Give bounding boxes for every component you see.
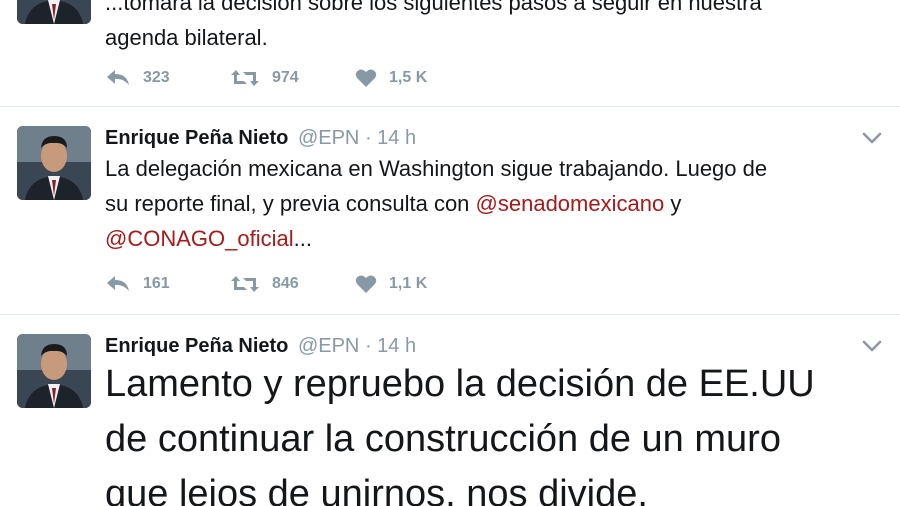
reply-icon (107, 70, 129, 85)
reply-button[interactable]: 161 (105, 274, 230, 294)
separator: · (364, 335, 372, 357)
tweet-actions: 161 846 1,1 K (105, 270, 427, 298)
like-button[interactable]: 1,1 K (355, 274, 427, 294)
retweet-button[interactable]: 846 (230, 274, 355, 294)
like-count: 1,5 K (389, 69, 428, 86)
author-name[interactable]: Enrique Peña Nieto (105, 127, 288, 149)
reply-count: 323 (143, 69, 170, 86)
tweet-text: Lamento y repruebo la decisión de EE.UU … (105, 363, 815, 506)
avatar[interactable] (17, 0, 91, 24)
retweet-count: 974 (272, 69, 299, 86)
tweet[interactable]: Enrique Peña Nieto @EPN · 14 h Lamento y… (0, 315, 900, 506)
chevron-down-icon[interactable] (862, 339, 882, 353)
author-name[interactable]: Enrique Peña Nieto (105, 335, 288, 357)
separator: · (364, 127, 372, 149)
tweet[interactable]: ...tomará la decisión sobre los siguient… (0, 0, 900, 107)
reply-icon (107, 276, 129, 291)
like-count: 1,1 K (389, 275, 428, 292)
reply-count: 161 (143, 275, 170, 292)
timestamp[interactable]: 14 h (377, 335, 416, 357)
tweet-header: Enrique Peña Nieto @EPN · 14 h (105, 126, 416, 150)
heart-icon (355, 69, 377, 87)
retweet-icon (231, 276, 259, 292)
heart-icon (355, 275, 377, 293)
mention-link[interactable]: @senadomexicano (476, 191, 665, 216)
tweet[interactable]: Enrique Peña Nieto @EPN · 14 h La delega… (0, 107, 900, 315)
tweet-text: ...tomará la decisión sobre los siguient… (105, 0, 762, 50)
tweet-actions: 323 974 1,5 K (105, 64, 427, 92)
author-handle[interactable]: @EPN (298, 335, 359, 357)
reply-button[interactable]: 323 (105, 68, 230, 88)
retweet-count: 846 (272, 275, 299, 292)
retweet-icon (231, 70, 259, 86)
mention-link[interactable]: @CONAGO_oficial (105, 226, 294, 251)
like-button[interactable]: 1,5 K (355, 68, 427, 88)
tweet-header: Enrique Peña Nieto @EPN · 14 h (105, 334, 416, 358)
timestamp[interactable]: 14 h (377, 127, 416, 149)
avatar[interactable] (17, 126, 91, 200)
author-handle[interactable]: @EPN (298, 127, 359, 149)
retweet-button[interactable]: 974 (230, 68, 355, 88)
chevron-down-icon[interactable] (862, 131, 882, 145)
avatar[interactable] (17, 334, 91, 408)
tweet-text: La delegación mexicana en Washington sig… (105, 156, 768, 251)
